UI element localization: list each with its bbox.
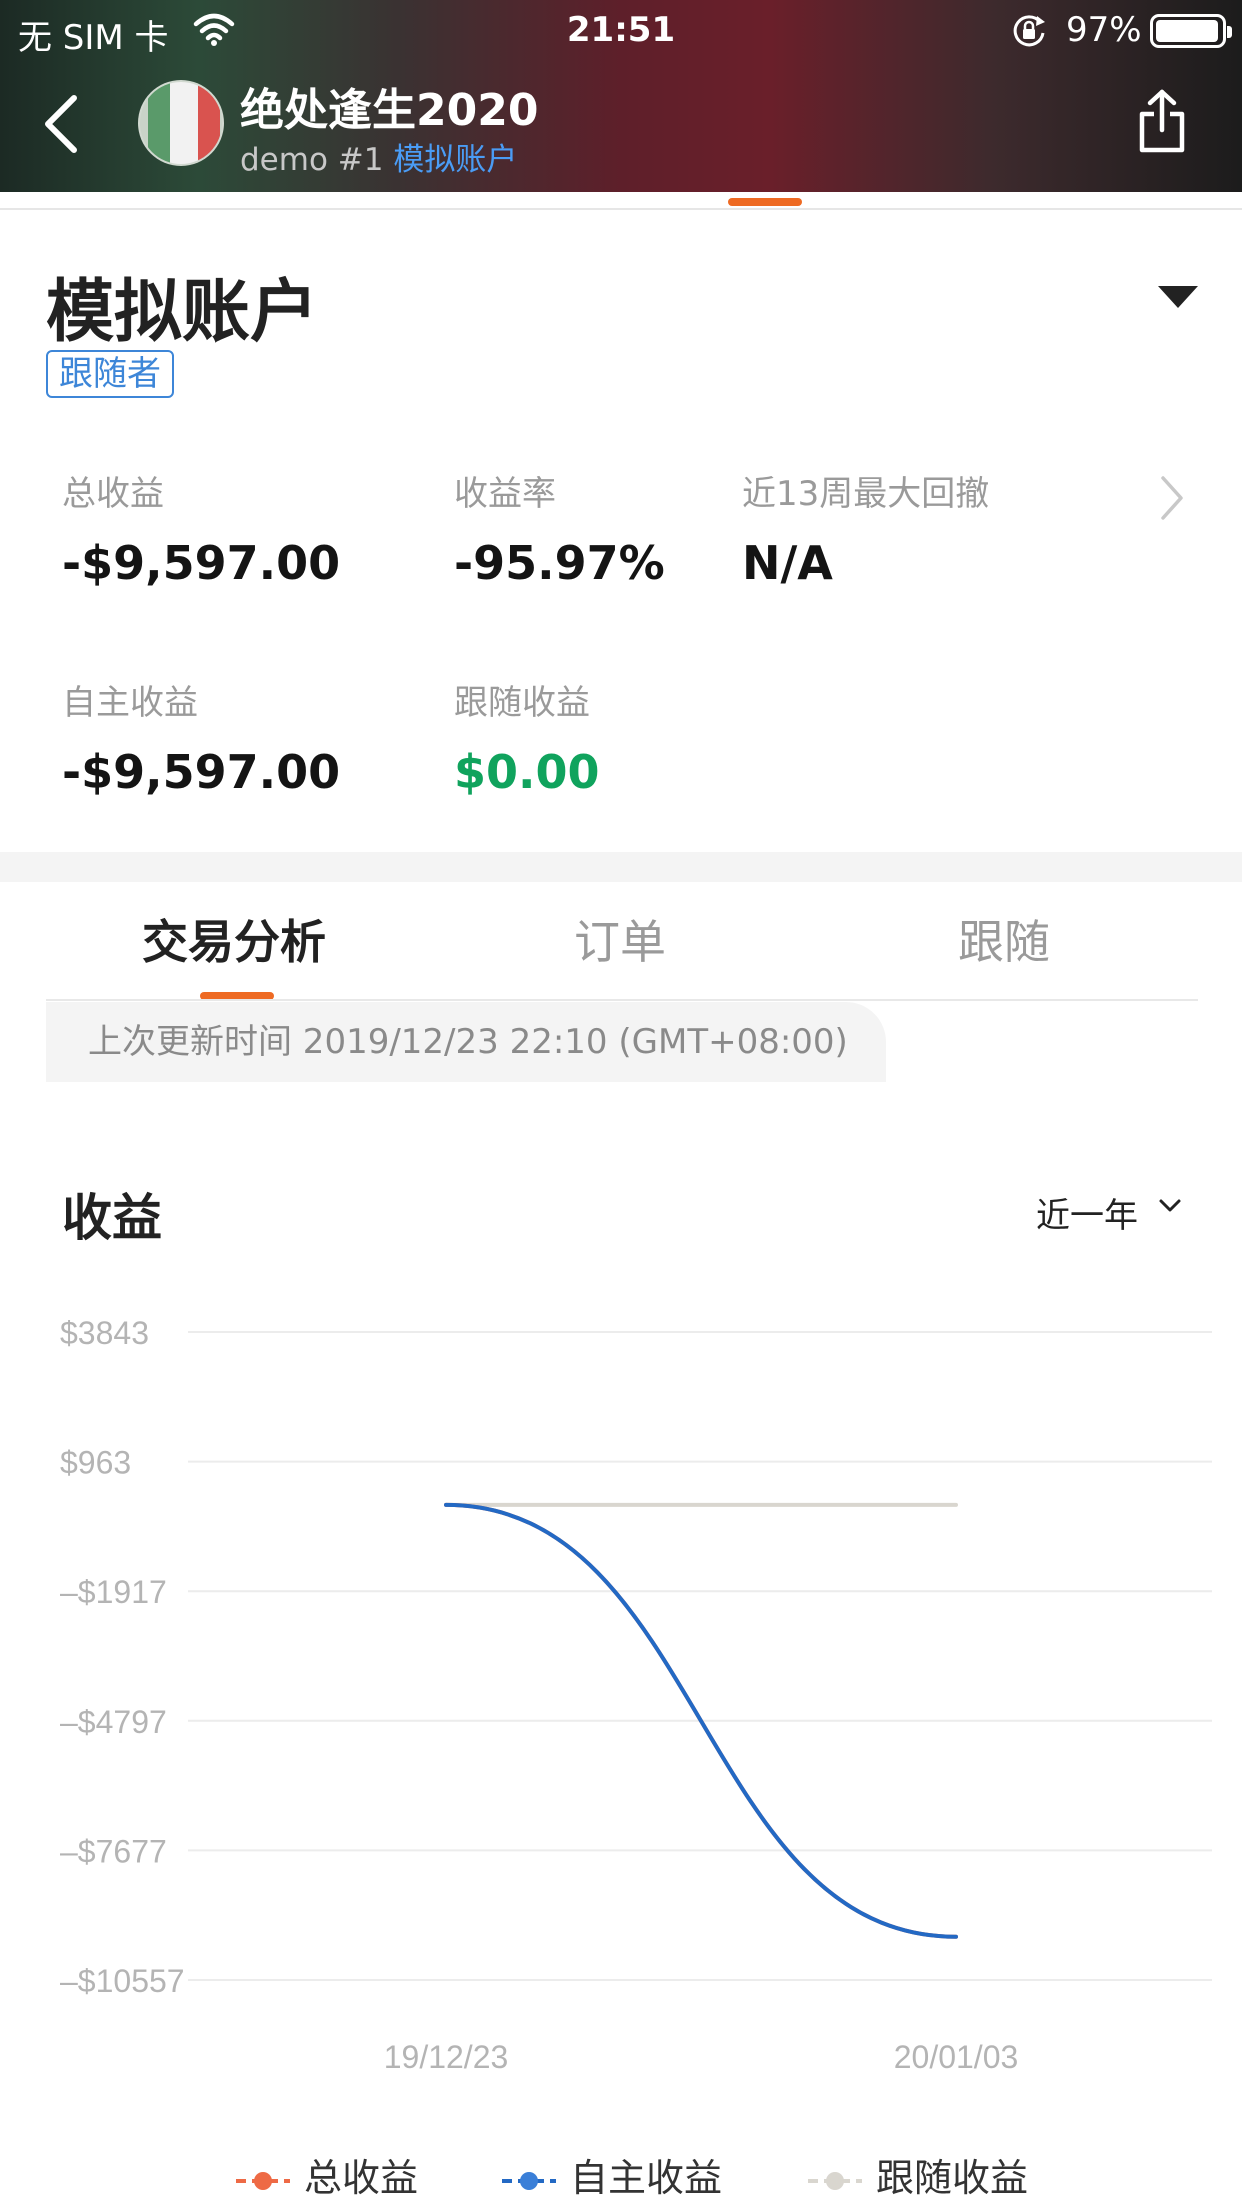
account-id: demo #1: [240, 142, 394, 178]
y-tick-label: –$10557: [60, 1963, 185, 1999]
section-separator: [0, 852, 1242, 882]
tab-divider: [46, 999, 1198, 1001]
chart-title: 收益: [62, 1189, 162, 1247]
total-profit-label: 总收益: [62, 474, 164, 514]
app-header: 无 SIM 卡 21:51 97% 绝处逢生2020 demo #1 模拟账户: [0, 0, 1242, 192]
max-drawdown-value: N/A: [742, 536, 833, 590]
battery-percent: 97%: [1066, 10, 1142, 50]
chevron-down-icon[interactable]: [1158, 1196, 1182, 1216]
chart-legend: 总收益 自主收益 跟随收益: [0, 2150, 1242, 2206]
legend-follow-profit[interactable]: 跟随收益: [806, 2150, 1028, 2206]
legend-own-profit[interactable]: 自主收益: [500, 2150, 722, 2206]
account-type-link[interactable]: 模拟账户: [393, 142, 517, 178]
rotation-lock-icon: [1013, 15, 1045, 47]
page-indicator: [728, 198, 802, 206]
y-tick-label: –$7677: [60, 1833, 167, 1869]
legend-label: 跟随收益: [876, 2156, 1029, 2200]
status-bar: 无 SIM 卡 21:51 97%: [0, 0, 1242, 62]
own-profit-value: -$9,597.00: [62, 745, 341, 799]
tab-trade-analysis[interactable]: 交易分析: [142, 906, 326, 972]
own-profit-label: 自主收益: [62, 683, 198, 723]
x-tick-label: 19/12/23: [384, 2039, 509, 2075]
max-drawdown-label: 近13周最大回撤: [742, 474, 990, 514]
y-tick-label: –$4797: [60, 1704, 167, 1740]
role-badge: 跟随者: [46, 350, 174, 398]
tab-orders[interactable]: 订单: [574, 906, 666, 972]
profit-line-chart: $3843 $963 –$1917 –$4797 –$7677 –$10557 19/12/…: [60, 1315, 1212, 2075]
caret-down-icon[interactable]: [1158, 286, 1198, 308]
legend-label: 总收益: [304, 2156, 419, 2200]
account-title: 模拟账户: [46, 273, 319, 352]
chevron-right-icon[interactable]: [1158, 474, 1186, 522]
range-select[interactable]: 近一年: [1036, 1188, 1138, 1237]
legend-marker-icon: [236, 2171, 290, 2190]
follow-profit-value: $0.00: [454, 745, 600, 799]
x-tick-label: 20/01/03: [894, 2039, 1019, 2075]
battery-icon: [1150, 14, 1232, 48]
legend-label: 自主收益: [570, 2156, 723, 2200]
y-tick-label: $3843: [60, 1315, 149, 1351]
follow-profit-label: 跟随收益: [454, 683, 590, 723]
return-rate-value: -95.97%: [454, 536, 665, 590]
status-time: 21:51: [566, 10, 676, 50]
back-arrow-icon[interactable]: [38, 92, 82, 156]
avatar[interactable]: [138, 80, 224, 166]
legend-marker-icon: [502, 2171, 556, 2190]
share-icon[interactable]: [1134, 88, 1190, 156]
y-tick-label: $963: [60, 1445, 131, 1481]
account-owner-name: 绝处逢生2020: [240, 85, 539, 136]
legend-marker-icon: [808, 2171, 862, 2190]
y-tick-label: –$1917: [60, 1574, 167, 1610]
tab-follow[interactable]: 跟随: [958, 906, 1050, 972]
account-subtitle: demo #1 模拟账户: [240, 134, 517, 179]
legend-total-profit[interactable]: 总收益: [234, 2150, 418, 2206]
total-profit-value: -$9,597.00: [62, 536, 341, 590]
header-divider: [0, 208, 1242, 210]
last-update-banner: 上次更新时间 2019/12/23 22:10 (GMT+08:00): [46, 1002, 886, 1082]
return-rate-label: 收益率: [454, 474, 556, 514]
